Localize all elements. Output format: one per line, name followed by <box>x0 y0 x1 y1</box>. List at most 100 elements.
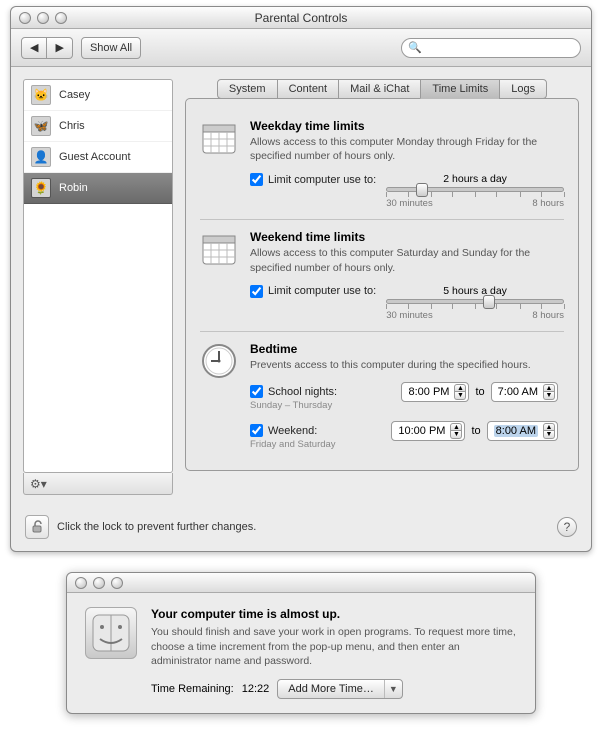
zoom-icon[interactable] <box>111 577 123 589</box>
stepper-down-icon[interactable]: ▼ <box>543 392 555 400</box>
weekend-desc: Allows access to this computer Saturday … <box>250 246 564 274</box>
stepper-up-icon[interactable]: ▲ <box>450 423 462 431</box>
lock-button[interactable] <box>25 515 49 539</box>
dialog-title: Your computer time is almost up. <box>151 607 517 621</box>
stepper-up-icon[interactable]: ▲ <box>543 384 555 392</box>
add-more-time-label: Add More Time… <box>288 683 374 695</box>
school-nights-input[interactable] <box>250 385 263 398</box>
help-button[interactable]: ? <box>557 517 577 537</box>
zoom-icon[interactable] <box>55 12 67 24</box>
user-list: 🐱 Casey 🦋 Chris 👤 Guest Account 🌻 Robin <box>23 79 173 473</box>
stepper-up-icon[interactable]: ▲ <box>454 384 466 392</box>
user-sidebar: 🐱 Casey 🦋 Chris 👤 Guest Account 🌻 Robin … <box>23 79 173 495</box>
user-name: Chris <box>59 120 85 132</box>
school-from-time[interactable]: 8:00 PM ▲▼ <box>401 382 469 402</box>
user-avatar-icon: 🌻 <box>31 178 51 198</box>
close-icon[interactable] <box>75 577 87 589</box>
weekend-max-label: 8 hours <box>532 310 564 321</box>
user-item-robin[interactable]: 🌻 Robin <box>24 173 172 204</box>
weekend-title: Weekend time limits <box>250 230 564 244</box>
settings-panel: System Content Mail & iChat Time Limits … <box>185 79 579 495</box>
weekend-to-time[interactable]: 8:00 AM ▲▼ <box>487 421 558 441</box>
stepper-down-icon[interactable]: ▼ <box>543 431 555 439</box>
to-label: to <box>471 425 480 437</box>
user-name: Casey <box>59 89 90 101</box>
stepper-down-icon[interactable]: ▼ <box>454 392 466 400</box>
weekday-desc: Allows access to this computer Monday th… <box>250 135 564 163</box>
school-to-time[interactable]: 7:00 AM ▲▼ <box>491 382 558 402</box>
weekend-nights-label: Weekend: <box>268 425 317 437</box>
school-nights-checkbox[interactable]: School nights: <box>250 385 395 398</box>
weekend-limit-input[interactable] <box>250 285 263 298</box>
parental-controls-window: Parental Controls ◀ ▶ Show All 🔍 🐱 Casey… <box>10 6 592 552</box>
weekend-limit-label: Limit computer use to: <box>268 285 376 297</box>
weekend-from-time[interactable]: 10:00 PM ▲▼ <box>391 421 465 441</box>
search-icon: 🔍 <box>408 41 422 54</box>
weekday-limit-label: Limit computer use to: <box>268 174 376 186</box>
weekend-section: Weekend time limits Allows access to thi… <box>200 222 564 328</box>
user-item-chris[interactable]: 🦋 Chris <box>24 111 172 142</box>
unlock-icon <box>30 520 44 534</box>
stepper-down-icon[interactable]: ▼ <box>450 431 462 439</box>
time-remaining-value: 12:22 <box>242 683 270 695</box>
school-sublabel: Sunday – Thursday <box>250 400 395 411</box>
add-more-time-button[interactable]: Add More Time… ▼ <box>277 679 403 699</box>
user-item-casey[interactable]: 🐱 Casey <box>24 80 172 111</box>
bedtime-desc: Prevents access to this computer during … <box>250 358 564 372</box>
calendar-icon <box>200 230 238 268</box>
window-footer: Click the lock to prevent further change… <box>11 507 591 551</box>
gear-icon: ⚙︎▾ <box>30 477 47 491</box>
clock-icon <box>200 342 238 380</box>
weekday-limit-checkbox[interactable]: Limit computer use to: <box>250 173 376 186</box>
calendar-icon <box>200 119 238 157</box>
dialog-desc: You should finish and save your work in … <box>151 625 517 669</box>
weekend-value: 5 hours a day <box>386 285 564 297</box>
tab-content[interactable]: Content <box>277 79 340 99</box>
toolbar: ◀ ▶ Show All 🔍 <box>11 29 591 67</box>
user-name: Robin <box>59 182 88 194</box>
weekend-nights-checkbox[interactable]: Weekend: <box>250 424 385 437</box>
weekday-max-label: 8 hours <box>532 198 564 209</box>
minimize-icon[interactable] <box>93 577 105 589</box>
forward-button[interactable]: ▶ <box>47 37 72 59</box>
time-warning-dialog: Your computer time is almost up. You sho… <box>66 572 536 714</box>
finder-icon <box>85 607 137 659</box>
chevron-down-icon: ▼ <box>384 680 402 698</box>
weekday-value: 2 hours a day <box>386 173 564 185</box>
lock-text: Click the lock to prevent further change… <box>57 521 256 533</box>
weekend-min-label: 30 minutes <box>386 310 432 321</box>
user-name: Guest Account <box>59 151 131 163</box>
minimize-icon[interactable] <box>37 12 49 24</box>
to-label: to <box>475 386 484 398</box>
search-input[interactable] <box>426 41 574 55</box>
weekend-limit-checkbox[interactable]: Limit computer use to: <box>250 285 376 298</box>
school-nights-label: School nights: <box>268 386 337 398</box>
user-item-guest[interactable]: 👤 Guest Account <box>24 142 172 173</box>
back-button[interactable]: ◀ <box>21 37 47 59</box>
user-avatar-icon: 👤 <box>31 147 51 167</box>
time-remaining-label: Time Remaining: <box>151 683 234 695</box>
weekday-limit-input[interactable] <box>250 173 263 186</box>
weekend-nights-input[interactable] <box>250 424 263 437</box>
weekday-title: Weekday time limits <box>250 119 564 133</box>
tab-system[interactable]: System <box>217 79 278 99</box>
user-actions-menu[interactable]: ⚙︎▾ <box>23 473 173 495</box>
stepper-up-icon[interactable]: ▲ <box>543 423 555 431</box>
tab-logs[interactable]: Logs <box>499 79 547 99</box>
close-icon[interactable] <box>19 12 31 24</box>
weekday-min-label: 30 minutes <box>386 198 432 209</box>
show-all-button[interactable]: Show All <box>81 37 141 59</box>
weekend-sublabel: Friday and Saturday <box>250 439 385 450</box>
tab-time-limits[interactable]: Time Limits <box>420 79 500 99</box>
dialog-titlebar <box>67 573 535 593</box>
search-field[interactable]: 🔍 <box>401 38 581 58</box>
bedtime-section: Bedtime Prevents access to this computer… <box>200 334 564 458</box>
titlebar: Parental Controls <box>11 7 591 29</box>
window-title: Parental Controls <box>11 11 591 25</box>
tab-mail-ichat[interactable]: Mail & iChat <box>338 79 421 99</box>
weekday-section: Weekday time limits Allows access to thi… <box>200 111 564 217</box>
bedtime-title: Bedtime <box>250 342 564 356</box>
user-avatar-icon: 🦋 <box>31 116 51 136</box>
tab-bar: System Content Mail & iChat Time Limits … <box>185 79 579 99</box>
user-avatar-icon: 🐱 <box>31 85 51 105</box>
